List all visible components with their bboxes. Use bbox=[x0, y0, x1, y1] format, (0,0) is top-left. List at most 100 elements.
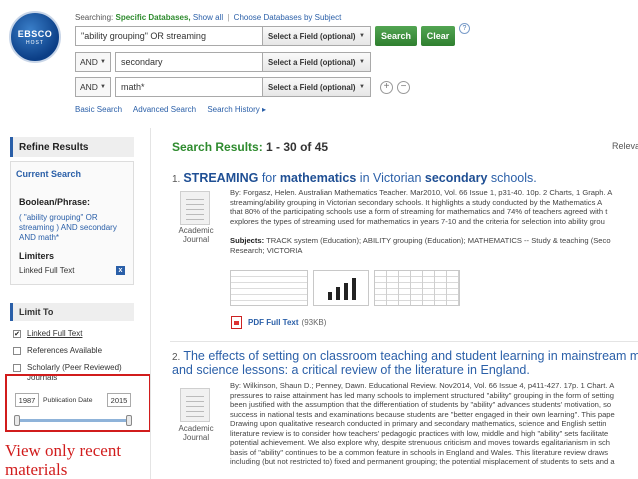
search-mode-links: Basic Search Advanced Search Search Hist… bbox=[75, 105, 275, 114]
abstract-line: been justified with the assumption that … bbox=[230, 400, 612, 409]
title-text: and science lessons: a critical review o… bbox=[172, 363, 530, 377]
results-label: Search Results: bbox=[172, 140, 263, 154]
searching-databases-line: Searching: Specific Databases, Show all … bbox=[75, 13, 341, 22]
figure-thumbnail-grid[interactable] bbox=[374, 270, 460, 306]
abstract-line: potential achievement. We also explore w… bbox=[230, 438, 611, 447]
results-range: 1 - 30 of 45 bbox=[266, 140, 329, 154]
abstract-line: pressures to raise attainment has led ma… bbox=[230, 390, 614, 400]
limit-to-title: Limit To bbox=[19, 307, 54, 317]
separator: | bbox=[227, 13, 230, 22]
abstract-line: basis of "ability" continues to be a com… bbox=[230, 447, 609, 457]
publication-type: Academic Journal bbox=[178, 424, 214, 442]
field-select-3[interactable]: Select a Field (optional) ▼ bbox=[263, 77, 371, 97]
search-row-1: "ability grouping" OR streaming Select a… bbox=[75, 23, 470, 46]
result-number: 1. bbox=[172, 174, 181, 185]
checkbox-linked-full-text[interactable]: ✔ Linked Full Text bbox=[13, 329, 82, 339]
search-input-3[interactable]: math* bbox=[115, 77, 263, 97]
search-history-link[interactable]: Search History ▸ bbox=[207, 105, 266, 114]
abstract-line: By: Forgasz, Helen. Australian Mathemati… bbox=[230, 188, 613, 197]
boolean-operator-select-3[interactable]: AND ▼ bbox=[75, 77, 111, 97]
search-row-3: AND ▼ math* Select a Field (optional) ▼ … bbox=[75, 77, 410, 97]
help-icon[interactable]: ? bbox=[459, 23, 470, 34]
boolean-phrase-label: Boolean/Phrase: bbox=[19, 197, 91, 207]
result-2-abstract: By: Wilkinson, Shaun D.; Penney, Dawn. E… bbox=[230, 381, 635, 467]
abstract-line: explores the types of streaming used for… bbox=[230, 216, 605, 226]
title-highlight: STREAMING bbox=[183, 171, 259, 185]
pdf-icon bbox=[231, 316, 242, 329]
subjects-text[interactable]: TRACK system (Education); ABILITY groupi… bbox=[266, 236, 610, 245]
pdf-label: PDF Full Text bbox=[248, 318, 299, 327]
boolean-phrase-value[interactable]: ( "ability grouping" OR streaming ) AND … bbox=[19, 213, 124, 243]
field-select-label: Select a Field (optional) bbox=[268, 82, 356, 92]
current-search-header[interactable]: Current Search bbox=[10, 166, 134, 182]
abstract-line: including (but not restricted to) fixed … bbox=[230, 457, 615, 466]
publication-date-label: Publication Date bbox=[43, 397, 93, 404]
refine-results-title: Refine Results bbox=[10, 137, 134, 157]
result-2-title[interactable]: 2. The effects of setting on classroom te… bbox=[172, 349, 638, 363]
add-row-icon[interactable]: + bbox=[380, 80, 393, 94]
title-text: for bbox=[258, 171, 280, 185]
remove-row-icon[interactable]: − bbox=[397, 80, 410, 94]
chevron-down-icon: ▼ bbox=[359, 59, 365, 65]
search-button[interactable]: Search bbox=[375, 26, 417, 46]
boolean-operator-label: AND bbox=[80, 57, 98, 67]
annotation-callout: View only recent materials bbox=[5, 441, 122, 479]
current-search-title: Current Search bbox=[16, 169, 82, 179]
subjects-label: Subjects: bbox=[230, 236, 265, 245]
results-summary: Search Results: 1 - 30 of 45 bbox=[172, 140, 328, 154]
searching-label: Searching: bbox=[75, 13, 114, 22]
academic-journal-icon[interactable] bbox=[180, 388, 210, 422]
figure-thumbnail-chart[interactable] bbox=[313, 270, 369, 306]
academic-journal-icon[interactable] bbox=[180, 191, 210, 225]
title-text: in Victorian bbox=[356, 171, 425, 185]
remove-limiter-icon[interactable]: x bbox=[116, 266, 125, 275]
checkbox-label: References Available bbox=[27, 346, 103, 355]
abstract-line: that 80% of the participating schools us… bbox=[230, 207, 608, 216]
choose-databases-link[interactable]: Choose Databases by Subject bbox=[234, 13, 342, 22]
date-to-input[interactable]: 2015 bbox=[107, 393, 131, 407]
basic-search-link[interactable]: Basic Search bbox=[75, 105, 122, 114]
result-separator bbox=[170, 341, 638, 342]
publication-type: Academic Journal bbox=[178, 226, 214, 244]
date-slider-range bbox=[17, 419, 132, 422]
field-select-label: Select a Field (optional) bbox=[268, 57, 356, 67]
date-slider-handle-from[interactable] bbox=[14, 415, 20, 426]
limiters-label: Limiters bbox=[19, 251, 55, 261]
checkbox-checked-icon[interactable]: ✔ bbox=[13, 330, 21, 338]
limit-to-header[interactable]: Limit To bbox=[10, 303, 134, 321]
advanced-search-link[interactable]: Advanced Search bbox=[133, 105, 196, 114]
abstract-line: streaming/ability grouping in Victorian … bbox=[230, 197, 603, 207]
result-1-subjects: Subjects: TRACK system (Education); ABIL… bbox=[230, 236, 635, 255]
abstract-line: By: Wilkinson, Shaun D.; Penney, Dawn. E… bbox=[230, 381, 615, 390]
boolean-operator-label: AND bbox=[80, 82, 98, 92]
date-from-input[interactable]: 1987 bbox=[15, 393, 39, 407]
abstract-line: literature review is to consider how tea… bbox=[230, 428, 609, 438]
show-all-link[interactable]: Show all bbox=[193, 13, 223, 22]
chevron-down-icon: ▼ bbox=[359, 84, 365, 90]
result-1-title[interactable]: 1. STREAMING for mathematics in Victorian… bbox=[172, 171, 537, 185]
sidebar-divider bbox=[150, 128, 151, 479]
checkbox-references-available[interactable]: References Available bbox=[13, 346, 102, 356]
ebsco-logo[interactable]: EBSCO HOST bbox=[9, 11, 61, 63]
figure-thumbnail-table[interactable] bbox=[230, 270, 308, 306]
checkbox-icon[interactable] bbox=[13, 347, 21, 355]
search-input-1[interactable]: "ability grouping" OR streaming bbox=[75, 26, 263, 46]
subjects-text[interactable]: Research; VICTORIA bbox=[230, 246, 635, 256]
search-input-2[interactable]: secondary bbox=[115, 52, 263, 72]
field-select-2[interactable]: Select a Field (optional) ▼ bbox=[263, 52, 371, 72]
title-text: The effects of setting on classroom teac… bbox=[183, 349, 638, 363]
checkbox-icon[interactable] bbox=[13, 364, 21, 372]
limiter-linked-full-text: Linked Full Text bbox=[19, 266, 75, 275]
date-slider-handle-to[interactable] bbox=[126, 415, 132, 426]
sort-relevance[interactable]: Releva bbox=[612, 141, 638, 151]
searching-databases: Specific Databases, bbox=[115, 13, 191, 22]
chevron-down-icon: ▼ bbox=[100, 59, 106, 65]
result-2-title-line2[interactable]: and science lessons: a critical review o… bbox=[172, 363, 530, 377]
result-1-abstract: By: Forgasz, Helen. Australian Mathemati… bbox=[230, 188, 635, 226]
pdf-full-text-link[interactable]: PDF Full Text (93KB) bbox=[231, 316, 326, 329]
title-highlight: mathematics bbox=[279, 171, 357, 185]
boolean-operator-select-2[interactable]: AND ▼ bbox=[75, 52, 111, 72]
clear-button[interactable]: Clear bbox=[421, 26, 455, 46]
field-select-1[interactable]: Select a Field (optional) ▼ bbox=[263, 26, 371, 46]
title-text: schools. bbox=[487, 171, 537, 185]
